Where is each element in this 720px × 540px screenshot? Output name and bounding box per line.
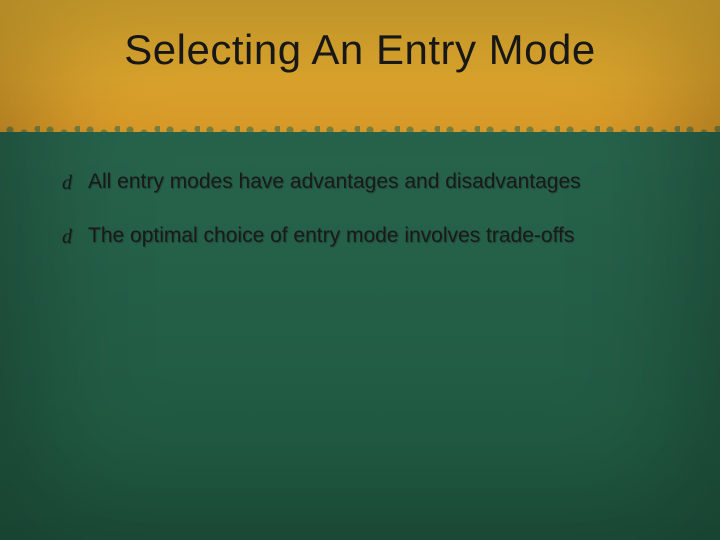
slide: Selecting An Entry Mode d All entry mode… xyxy=(0,0,720,540)
bullet-item: d The optimal choice of entry mode invol… xyxy=(64,222,656,250)
bullet-item: d All entry modes have advantages and di… xyxy=(64,168,656,196)
bullet-text: All entry modes have advantages and disa… xyxy=(88,170,581,193)
swirl-icon: d xyxy=(62,170,72,197)
header-band: Selecting An Entry Mode xyxy=(0,0,720,132)
body-area: d All entry modes have advantages and di… xyxy=(0,132,720,251)
swirl-icon: d xyxy=(62,224,72,251)
bullet-text: The optimal choice of entry mode involve… xyxy=(88,224,574,247)
slide-title: Selecting An Entry Mode xyxy=(0,26,720,74)
